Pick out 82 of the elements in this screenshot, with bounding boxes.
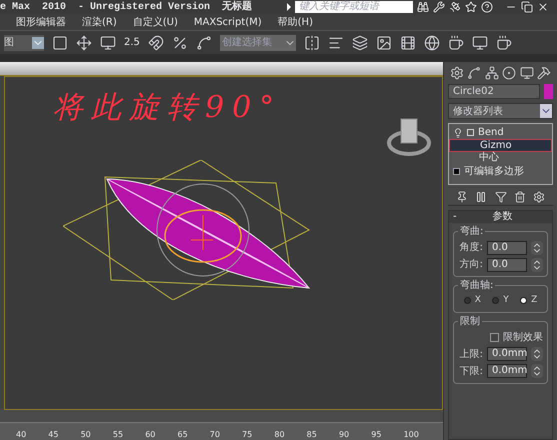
- close-icon[interactable]: [537, 1, 549, 13]
- axis-radio[interactable]: Z: [520, 294, 538, 308]
- restore-icon[interactable]: [521, 1, 533, 13]
- percent-icon[interactable]: [172, 34, 188, 50]
- handwritten-note: 将此旋转90°: [53, 89, 282, 127]
- wrench-icon[interactable]: [433, 1, 445, 13]
- menu-item[interactable]: 渲染(R): [82, 14, 117, 30]
- spinner-icon[interactable]: [531, 258, 543, 272]
- lightbulb-icon[interactable]: [453, 128, 463, 138]
- menu-item[interactable]: 帮助(H): [278, 14, 313, 30]
- color-swatch[interactable]: [544, 84, 553, 99]
- value-field[interactable]: 0.0: [487, 240, 527, 254]
- display-icon[interactable]: [520, 66, 534, 80]
- satellite-icon[interactable]: [449, 1, 461, 13]
- spinner-icon[interactable]: [531, 364, 543, 378]
- layers-icon[interactable]: [352, 34, 368, 50]
- bar-icon[interactable]: [475, 191, 488, 203]
- collapse-box-icon[interactable]: [467, 129, 474, 136]
- film-icon[interactable]: [400, 34, 416, 50]
- rollout-title: 参数: [491, 212, 514, 222]
- render-frame-icon[interactable]: [472, 34, 488, 50]
- menu-item[interactable]: 自定义(U): [132, 14, 178, 30]
- tick-label: 75: [242, 430, 252, 440]
- limit-effect-checkbox[interactable]: 限制效果: [490, 330, 543, 344]
- tick-label: 50: [80, 430, 91, 440]
- gear-icon[interactable]: [450, 66, 464, 80]
- tick-label: 40: [16, 430, 26, 440]
- tick-label: 95: [371, 430, 382, 440]
- tick-label: 85: [306, 430, 317, 440]
- trash-icon[interactable]: [514, 191, 526, 203]
- rollout-toggle[interactable]: -: [453, 212, 457, 222]
- funnel-icon[interactable]: [494, 191, 506, 203]
- timeline-ruler[interactable]: 40 45 50 55 60 65 70 75 80 85 90 95 100: [0, 422, 443, 440]
- tick-label: 45: [48, 430, 58, 440]
- tick-label: 60: [145, 430, 156, 440]
- expand-box-icon[interactable]: [453, 168, 460, 175]
- hammer-icon[interactable]: [536, 66, 551, 80]
- group-title: 限制: [458, 314, 482, 328]
- time-slider-track[interactable]: [0, 410, 443, 422]
- tick-label: 55: [112, 430, 124, 440]
- spinner-icon[interactable]: [531, 347, 543, 361]
- stack-subitem[interactable]: Gizmo: [449, 139, 552, 152]
- configure-icon[interactable]: [533, 191, 545, 203]
- tick-label: 65: [177, 430, 188, 440]
- monitor-icon[interactable]: [100, 34, 116, 50]
- motion-icon[interactable]: [502, 66, 516, 80]
- modifier-list-dropdown[interactable]: 修改器列表: [448, 103, 553, 119]
- help-icon[interactable]: [481, 1, 493, 13]
- hierarchy-icon[interactable]: [484, 66, 499, 80]
- value-field[interactable]: 0.0mm: [487, 347, 527, 361]
- window-title: e Max 2010 - Unregistered Version 无标题: [0, 0, 254, 14]
- star-icon[interactable]: [465, 1, 477, 13]
- field-label: 上限:: [460, 348, 483, 362]
- image-icon[interactable]: [376, 34, 392, 50]
- object-name-field[interactable]: Circle02: [448, 84, 540, 99]
- snap-toggle[interactable]: 2.5: [124, 35, 140, 50]
- stack-item[interactable]: Bend: [449, 126, 552, 139]
- mirror-icon[interactable]: [304, 34, 320, 50]
- menu-item[interactable]: MAXScript(M): [194, 14, 262, 30]
- tick-label: 100: [404, 430, 419, 440]
- menu-item[interactable]: 图形编辑器: [16, 14, 66, 30]
- curve-icon[interactable]: [467, 66, 482, 80]
- stack-subitem[interactable]: 中心: [449, 152, 552, 165]
- stack-item[interactable]: 可编辑多边形: [449, 165, 552, 178]
- spinner-icon[interactable]: [531, 240, 543, 254]
- tick-label: 90: [338, 430, 350, 440]
- move-icon[interactable]: [76, 34, 92, 50]
- axis-radio[interactable]: Y: [492, 294, 509, 308]
- axis-radio[interactable]: X: [464, 294, 481, 308]
- field-label: 下限:: [460, 364, 483, 378]
- tick-label: 80: [274, 430, 285, 440]
- view-dropdown[interactable]: 图: [4, 34, 44, 50]
- field-label: 角度:: [460, 240, 483, 255]
- rollout-header[interactable]: - 参数: [449, 211, 552, 223]
- field-label: 方向:: [460, 258, 483, 272]
- magnet-icon[interactable]: [148, 34, 164, 50]
- value-field[interactable]: 0.0mm: [487, 364, 527, 378]
- value-field[interactable]: 0.0: [487, 258, 527, 272]
- binoculars-icon[interactable]: [417, 1, 429, 13]
- globe-icon[interactable]: [424, 34, 440, 50]
- pin-icon[interactable]: [456, 191, 468, 203]
- tick-label: 70: [210, 430, 220, 440]
